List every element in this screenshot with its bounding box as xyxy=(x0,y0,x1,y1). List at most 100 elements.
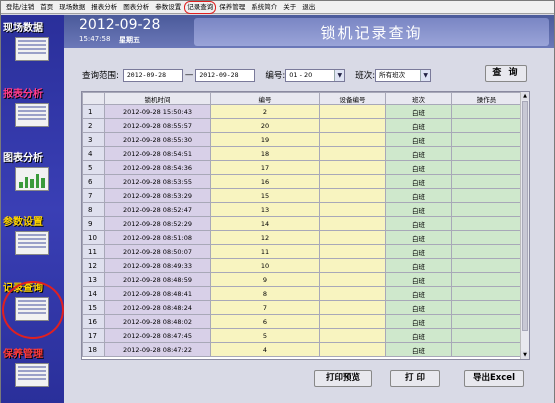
table-row[interactable]: 10 2012-09-28 08:51:08 12 白班 xyxy=(82,230,522,245)
shift-cell: 白班 xyxy=(385,202,452,217)
menu-system-intro[interactable]: 系统简介 xyxy=(248,2,280,13)
shift-cell: 白班 xyxy=(385,146,452,161)
scroll-up-icon[interactable]: ▲ xyxy=(521,92,529,100)
shift-cell: 白班 xyxy=(385,188,452,203)
operator-cell xyxy=(451,342,522,357)
query-button[interactable]: 查 询 xyxy=(485,65,527,82)
lock-time-cell: 2012-09-28 08:50:07 xyxy=(104,244,211,259)
table-row[interactable]: 5 2012-09-28 08:54:36 17 白班 xyxy=(82,160,522,175)
menu-bar: 登陆/注销 首页 现场数据 报表分析 图表分析 参数设置 记录查询 保养管理 系… xyxy=(1,0,554,14)
sidebar-item-chart-analysis[interactable]: 图表分析 xyxy=(3,153,62,191)
table-row[interactable]: 3 2012-09-28 08:55:30 19 白班 xyxy=(82,132,522,147)
menu-parameter-settings[interactable]: 参数设置 xyxy=(152,2,184,13)
table-row[interactable]: 4 2012-09-28 08:54:51 18 白班 xyxy=(82,146,522,161)
shift-label: 班次: xyxy=(355,71,376,81)
table-row[interactable]: 6 2012-09-28 08:53:55 16 白班 xyxy=(82,174,522,189)
device-number-cell xyxy=(319,160,386,175)
sidebar-item-label: 报表分析 xyxy=(3,89,43,100)
column-header-lock-time[interactable]: 锁机时间 xyxy=(104,92,211,105)
shift-select[interactable]: 所有班次 ▼ xyxy=(375,68,432,82)
shift-cell: 白班 xyxy=(385,216,452,231)
menu-login[interactable]: 登陆/注销 xyxy=(3,2,37,13)
sidebar-item-live-data[interactable]: 现场数据 xyxy=(3,23,62,61)
row-index-cell: 7 xyxy=(82,188,105,203)
content-area: 查询范围: 2012-09-28 — 2012-09-28 编号: 01 - 2… xyxy=(64,48,554,403)
shift-cell: 白班 xyxy=(385,230,452,245)
device-number-cell xyxy=(319,132,386,147)
end-date-input[interactable]: 2012-09-28 xyxy=(195,68,256,82)
maintenance-thumbnail-icon xyxy=(15,363,49,387)
menu-report-analysis[interactable]: 报表分析 xyxy=(88,2,120,13)
title-banner: 锁机记录查询 xyxy=(194,18,549,46)
menu-exit[interactable]: 退出 xyxy=(299,2,318,13)
lock-time-cell: 2012-09-28 08:47:22 xyxy=(104,342,211,357)
number-cell: 6 xyxy=(210,314,320,329)
table-row[interactable]: 12 2012-09-28 08:49:33 10 白班 xyxy=(82,258,522,273)
table-row[interactable]: 2 2012-09-28 08:55:57 20 白班 xyxy=(82,118,522,133)
table-row[interactable]: 14 2012-09-28 08:48:41 8 白班 xyxy=(82,286,522,301)
shift-cell: 白班 xyxy=(385,118,452,133)
chevron-down-icon[interactable]: ▼ xyxy=(420,69,431,81)
sidebar-item-label: 图表分析 xyxy=(3,153,43,164)
chevron-down-icon[interactable]: ▼ xyxy=(334,69,345,81)
menu-maintenance[interactable]: 保养管理 xyxy=(216,2,248,13)
lock-time-cell: 2012-09-28 08:55:30 xyxy=(104,132,211,147)
table-row[interactable]: 11 2012-09-28 08:50:07 11 白班 xyxy=(82,244,522,259)
menu-live-data[interactable]: 现场数据 xyxy=(56,2,88,13)
column-header-operator[interactable]: 操作员 xyxy=(451,92,522,105)
column-header-device-number[interactable]: 设备编号 xyxy=(319,92,386,105)
device-number-cell xyxy=(319,174,386,189)
lock-time-cell: 2012-09-28 08:55:57 xyxy=(104,118,211,133)
number-label: 编号: xyxy=(265,71,286,81)
live-data-thumbnail-icon xyxy=(15,37,49,61)
lock-time-cell: 2012-09-28 15:50:43 xyxy=(104,104,211,119)
column-header-number[interactable]: 编号 xyxy=(210,92,320,105)
export-excel-button[interactable]: 导出Excel xyxy=(464,370,524,387)
table-row[interactable]: 13 2012-09-28 08:48:59 9 白班 xyxy=(82,272,522,287)
row-index-cell: 6 xyxy=(82,174,105,189)
number-cell: 5 xyxy=(210,328,320,343)
number-select-value: 01 - 20 xyxy=(289,70,313,79)
table-row[interactable]: 15 2012-09-28 08:48:24 7 白班 xyxy=(82,300,522,315)
row-index-cell: 8 xyxy=(82,202,105,217)
scrollbar-thumb[interactable] xyxy=(522,101,528,331)
shift-cell: 白班 xyxy=(385,258,452,273)
sidebar-item-parameter-settings[interactable]: 参数设置 xyxy=(3,217,62,255)
number-cell: 18 xyxy=(210,146,320,161)
print-preview-button[interactable]: 打印预览 xyxy=(314,370,372,387)
table-row[interactable]: 17 2012-09-28 08:47:45 5 白班 xyxy=(82,328,522,343)
sidebar-item-label: 参数设置 xyxy=(3,217,43,228)
table-row[interactable]: 8 2012-09-28 08:52:47 13 白班 xyxy=(82,202,522,217)
column-header-shift[interactable]: 班次 xyxy=(385,92,452,105)
table-row[interactable]: 9 2012-09-28 08:52:29 14 白班 xyxy=(82,216,522,231)
sidebar-item-report-analysis[interactable]: 报表分析 xyxy=(3,89,62,127)
device-number-cell xyxy=(319,216,386,231)
menu-chart-analysis[interactable]: 图表分析 xyxy=(120,2,152,13)
table-row[interactable]: 16 2012-09-28 08:48:02 6 白班 xyxy=(82,314,522,329)
table-row[interactable]: 7 2012-09-28 08:53:29 15 白班 xyxy=(82,188,522,203)
table-row[interactable]: 18 2012-09-28 08:47:22 4 白班 xyxy=(82,342,522,357)
row-index-cell: 12 xyxy=(82,258,105,273)
table-row[interactable]: 1 2012-09-28 15:50:43 2 白班 xyxy=(82,104,522,119)
print-button[interactable]: 打 印 xyxy=(390,370,440,387)
sidebar-item-maintenance[interactable]: 保养管理 xyxy=(3,349,62,387)
lock-time-cell: 2012-09-28 08:51:08 xyxy=(104,230,211,245)
number-cell: 4 xyxy=(210,342,320,357)
menu-record-query[interactable]: 记录查询 xyxy=(184,0,217,14)
menu-about[interactable]: 关于 xyxy=(280,2,299,13)
row-index-cell: 14 xyxy=(82,286,105,301)
lock-time-cell: 2012-09-28 08:53:55 xyxy=(104,174,211,189)
number-select[interactable]: 01 - 20 ▼ xyxy=(285,68,346,82)
current-date: 2012-09-28 xyxy=(79,17,161,33)
shift-cell: 白班 xyxy=(385,314,452,329)
record-query-highlight xyxy=(2,281,64,339)
current-weekday: 星期五 xyxy=(119,36,140,44)
scroll-down-icon[interactable]: ▼ xyxy=(521,351,529,359)
menu-home[interactable]: 首页 xyxy=(37,2,56,13)
number-cell: 8 xyxy=(210,286,320,301)
lock-time-cell: 2012-09-28 08:52:47 xyxy=(104,202,211,217)
vertical-scrollbar[interactable]: ▲ ▼ xyxy=(520,92,529,359)
lock-time-cell: 2012-09-28 08:52:29 xyxy=(104,216,211,231)
start-date-input[interactable]: 2012-09-28 xyxy=(122,68,183,82)
row-index-cell: 17 xyxy=(82,328,105,343)
